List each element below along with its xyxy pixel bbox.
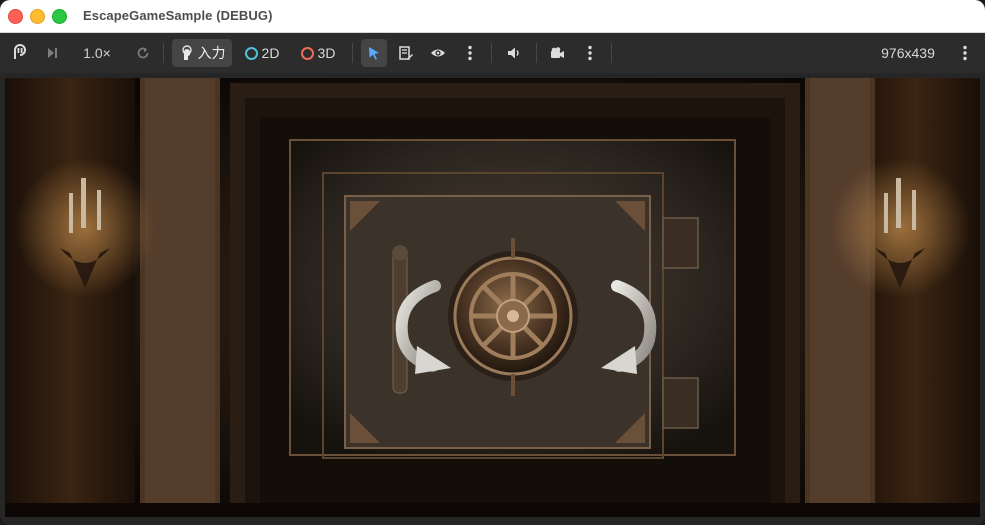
- more-options-icon: [468, 45, 472, 61]
- list-edit-icon: [399, 46, 413, 60]
- toolbar-separator: [491, 43, 492, 63]
- input-hand-icon: [181, 45, 192, 60]
- toolbar-separator: [536, 43, 537, 63]
- pause-button[interactable]: [9, 39, 31, 67]
- resolution-readout: 976x439: [881, 45, 935, 61]
- maximize-window-button[interactable]: [52, 9, 67, 24]
- more-options-icon: [963, 45, 967, 61]
- volume-button[interactable]: [503, 39, 525, 67]
- minimize-window-button[interactable]: [30, 9, 45, 24]
- input-toggle-button[interactable]: 入力: [172, 39, 232, 67]
- close-window-button[interactable]: [8, 9, 23, 24]
- step-frame-icon: [48, 48, 57, 58]
- toolbar-separator: [611, 43, 612, 63]
- visibility-button[interactable]: [427, 39, 449, 67]
- mode-3d-button[interactable]: 3D: [296, 39, 340, 67]
- mode-3d-ring-icon: [300, 46, 314, 60]
- select-cursor-icon: [369, 47, 379, 60]
- app-window: EscapeGameSample (DEBUG) 1.0× 入力 2D 3D 9…: [0, 0, 985, 525]
- window-title: EscapeGameSample (DEBUG): [83, 8, 273, 23]
- mode-2d-button[interactable]: 2D: [240, 39, 284, 67]
- toolbar-separator: [163, 43, 164, 63]
- title-bar: EscapeGameSample (DEBUG): [0, 0, 985, 33]
- more-options-icon: [588, 45, 592, 61]
- more-options-button[interactable]: [955, 39, 975, 67]
- debug-toolbar: 1.0× 入力 2D 3D 976x439: [0, 33, 985, 73]
- camera-button[interactable]: [546, 39, 568, 67]
- mode-3d-label: 3D: [317, 45, 336, 61]
- game-viewport[interactable]: [5, 78, 980, 517]
- list-edit-button[interactable]: [395, 39, 417, 67]
- input-label: 入力: [197, 45, 226, 61]
- reset-icon: [137, 47, 149, 59]
- volume-icon: [508, 47, 519, 59]
- more-options-button[interactable]: [460, 39, 480, 67]
- mode-2d-label: 2D: [261, 45, 280, 61]
- visibility-eye-icon: [431, 49, 445, 57]
- camera-icon: [551, 47, 564, 58]
- step-frame-button[interactable]: [41, 39, 63, 67]
- vault-room-scene: [5, 78, 980, 517]
- select-tool-button[interactable]: [361, 39, 387, 67]
- toolbar-separator: [352, 43, 353, 63]
- more-options-button[interactable]: [580, 39, 600, 67]
- pause-icon: [14, 44, 27, 59]
- mode-2d-ring-icon: [244, 46, 258, 60]
- speed-selector[interactable]: 1.0×: [74, 39, 120, 67]
- reset-button[interactable]: [132, 39, 154, 67]
